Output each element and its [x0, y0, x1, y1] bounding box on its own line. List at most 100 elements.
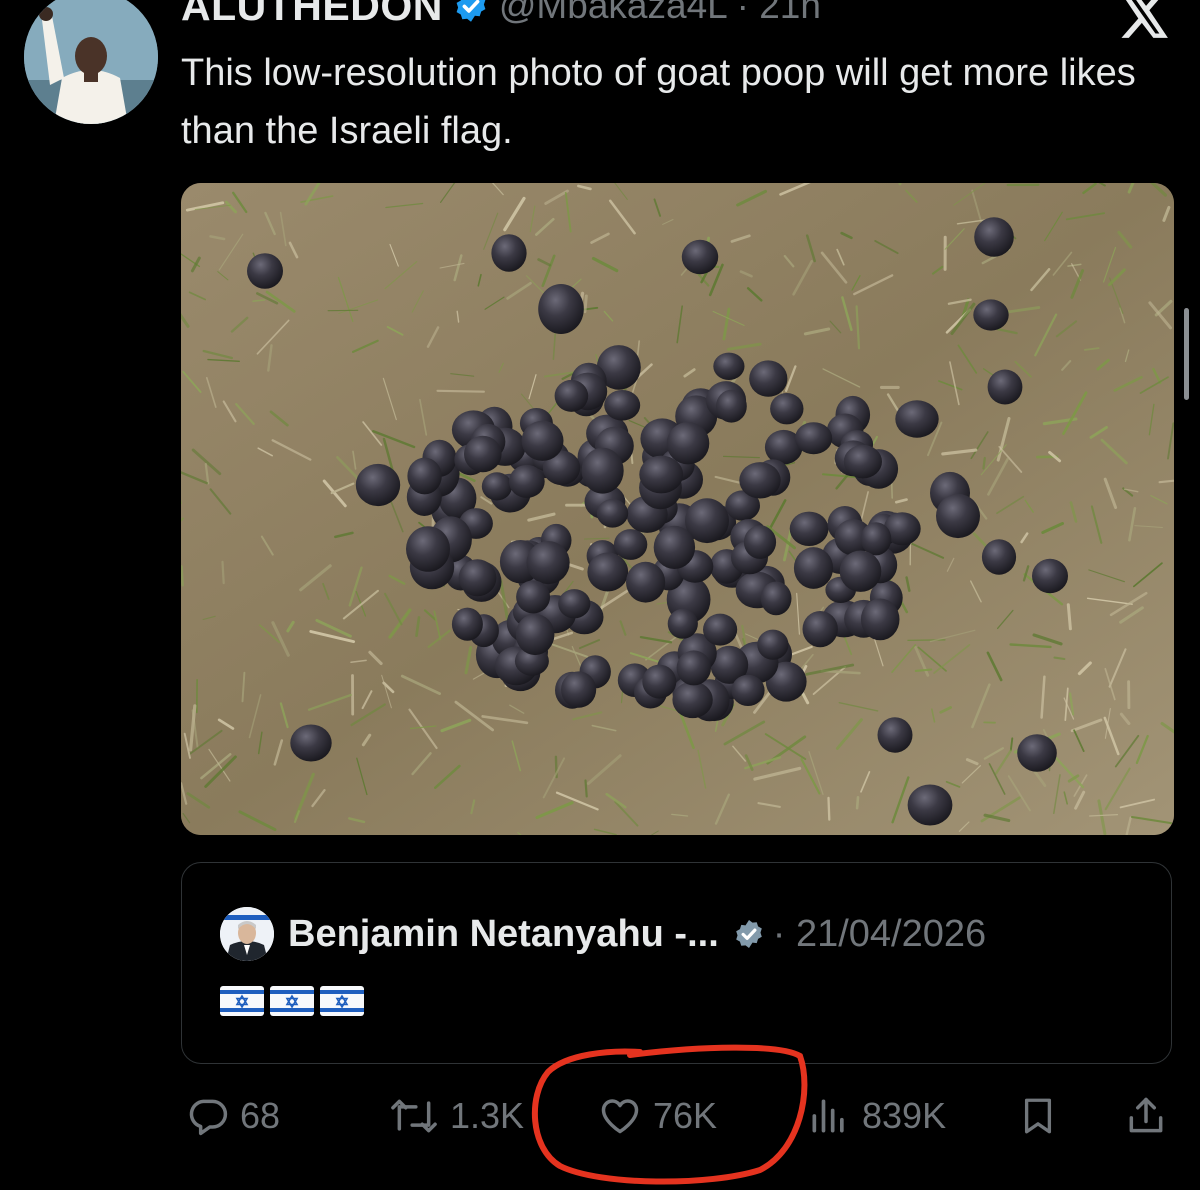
tweet-text: This low-resolution photo of goat poop w… — [181, 52, 1136, 152]
dropping-pellet — [613, 529, 648, 560]
dropping-pellet — [907, 784, 953, 826]
dropping-pellet — [458, 559, 497, 597]
dropping-pellet — [481, 472, 512, 501]
dropping-pellet — [987, 369, 1023, 405]
dropping-pellet — [666, 422, 710, 465]
dropping-pellet — [672, 681, 713, 719]
dropping-pellet — [407, 457, 442, 495]
dropping-pellet — [596, 499, 629, 528]
share-icon — [1129, 1097, 1163, 1133]
dropping-pellet — [653, 525, 696, 569]
verified-badge-icon — [456, 0, 486, 22]
quoted-tweet-text-flags — [220, 986, 364, 1021]
dropping-pellet — [895, 400, 939, 438]
dropping-pellet — [526, 541, 570, 585]
dropping-pellet — [760, 581, 792, 616]
reply-icon — [189, 1099, 228, 1136]
israel-flag-emoji — [320, 986, 364, 1021]
quoted-tweet-header: Benjamin Netanyahu -... · 21/04/2026 — [220, 907, 986, 961]
repost-button[interactable]: 1.3K — [388, 1086, 524, 1146]
reply-count: 68 — [240, 1095, 281, 1136]
dropping-pellet — [464, 435, 502, 473]
dropping-pellet — [981, 539, 1017, 575]
dropping-pellet — [860, 522, 892, 556]
heart-icon — [601, 1099, 639, 1134]
quoted-verified-badge-icon — [735, 920, 762, 948]
dropping-pellet — [642, 664, 677, 699]
dropping-pellet — [731, 674, 765, 706]
tweet-action-bar: 68 1.3K 76K 839K — [0, 1086, 1200, 1146]
views-bar-chart-icon — [812, 1099, 844, 1133]
author-handle-and-time[interactable]: @Mbakaza4L · 21h — [499, 0, 821, 27]
dropping-pellet — [491, 234, 527, 272]
dropping-pellet — [936, 493, 980, 539]
reply-button[interactable]: 68 — [186, 1086, 280, 1146]
like-button[interactable]: 76K — [597, 1086, 717, 1146]
dropping-pellet — [355, 463, 401, 507]
dropping-pellet — [877, 717, 913, 753]
quoted-author-avatar[interactable] — [220, 907, 274, 961]
dropping-pellet — [508, 464, 545, 498]
dropping-pellet — [558, 589, 591, 619]
dropping-pellet — [561, 671, 597, 708]
dropping-pellet — [795, 422, 833, 455]
dropping-pellet — [604, 390, 641, 421]
dropping-pellet — [626, 561, 666, 603]
dropping-pellet — [749, 360, 788, 397]
israel-flag-emoji — [220, 986, 264, 1021]
dropping-pellet — [770, 393, 804, 425]
scrollbar[interactable] — [1184, 308, 1189, 400]
dropping-pellet — [739, 462, 781, 499]
quoted-author-name[interactable]: Benjamin Netanyahu -... — [288, 913, 719, 956]
bookmark-button[interactable] — [1017, 1086, 1059, 1146]
dropping-pellet — [1017, 734, 1057, 772]
author-avatar[interactable] — [24, 0, 158, 124]
dropping-pellet — [247, 253, 283, 289]
dropping-pellet — [676, 650, 711, 686]
dropping-pellet — [581, 447, 624, 494]
dropping-pellet — [515, 613, 555, 656]
dropping-pellet — [839, 550, 882, 592]
quoted-author-avatar-image — [220, 907, 274, 961]
dropping-pellet — [667, 608, 698, 639]
bookmark-icon — [1024, 1098, 1052, 1134]
dropping-pellet — [406, 526, 450, 572]
dropping-pellet — [793, 547, 834, 589]
view-count: 839K — [862, 1095, 947, 1136]
dropping-pellet — [743, 525, 777, 559]
dropping-pellet — [860, 598, 900, 641]
tweet-media-photo[interactable] — [181, 183, 1174, 835]
dropping-pellet — [587, 552, 629, 592]
dropping-pellet — [802, 611, 838, 648]
dropping-pellet — [789, 511, 829, 546]
quoted-tweet-date[interactable]: · 21/04/2026 — [773, 913, 986, 956]
dropping-pellet — [554, 379, 589, 412]
israel-flag-emoji — [270, 986, 314, 1021]
tweet-header: ALUTHEDON @Mbakaza4L · 21h — [181, 0, 821, 34]
x-logo-icon[interactable] — [1120, 0, 1170, 38]
dropping-pellet — [757, 629, 789, 660]
dropping-pellet — [451, 607, 483, 641]
dropping-pellet — [639, 455, 684, 494]
dropping-pellet — [516, 580, 551, 614]
dropping-pellet — [538, 284, 584, 334]
repost-count: 1.3K — [450, 1095, 525, 1136]
dropping-pellet — [521, 420, 564, 461]
views-button[interactable]: 839K — [806, 1086, 946, 1146]
author-avatar-image — [24, 0, 158, 124]
dropping-pellet — [290, 724, 332, 762]
dropping-pellet — [681, 239, 719, 275]
author-name[interactable]: ALUTHEDON — [181, 0, 443, 30]
dropping-pellet — [716, 389, 747, 423]
repost-icon — [391, 1099, 437, 1133]
dropping-pellet — [973, 299, 1009, 331]
dropping-pellet — [843, 444, 883, 479]
share-button[interactable] — [1124, 1086, 1168, 1146]
quoted-tweet-card[interactable]: Benjamin Netanyahu -... · 21/04/2026 — [181, 862, 1172, 1064]
dropping-pellet — [974, 217, 1014, 257]
like-count: 76K — [653, 1095, 718, 1136]
dropping-pellet — [1032, 558, 1068, 594]
goat-droppings-photo — [181, 183, 1174, 835]
dropping-pellet — [713, 352, 745, 380]
dropping-pellet — [703, 613, 738, 646]
